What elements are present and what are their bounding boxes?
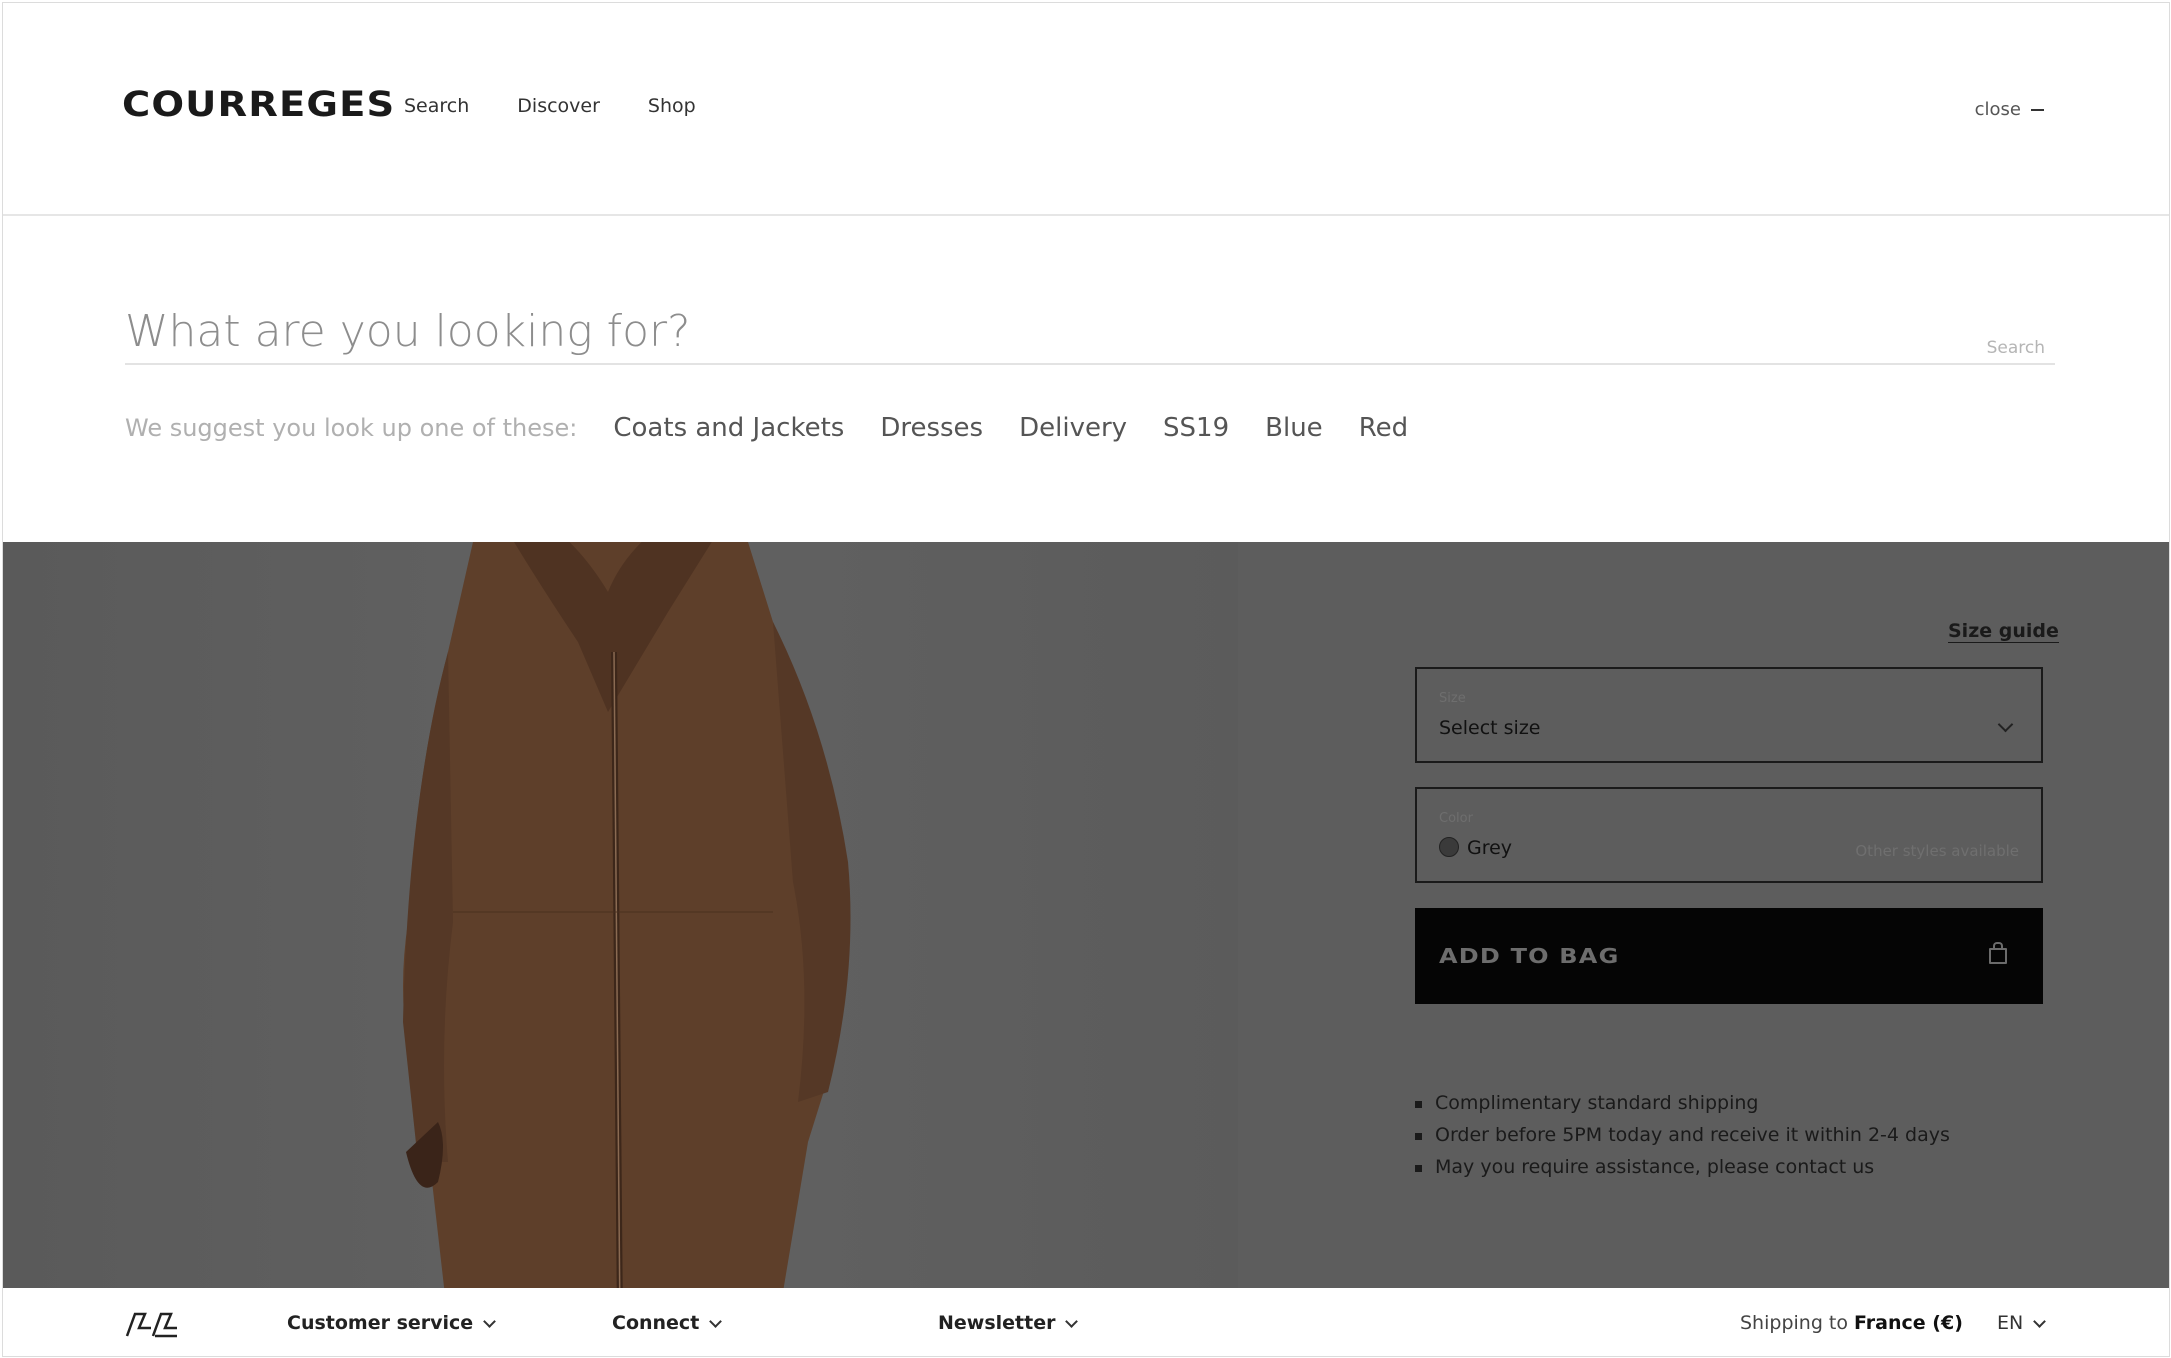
shopping-bag-icon — [1989, 942, 2007, 964]
suggestions-label: We suggest you look up one of these: — [125, 414, 578, 442]
connect-label: Connect — [612, 1312, 700, 1334]
suggestion-ss19[interactable]: SS19 — [1163, 413, 1229, 443]
search-submit-button[interactable]: Search — [1981, 337, 2051, 359]
site-header: COURREGES Search Discover Shop close — [3, 3, 2169, 216]
suggestion-blue[interactable]: Blue — [1265, 413, 1323, 443]
chevron-down-icon — [1997, 716, 2014, 733]
color-select[interactable]: Color Grey Other styles available — [1415, 787, 2043, 883]
customer-service-menu[interactable]: Customer service — [287, 1312, 497, 1334]
suggestion-dresses[interactable]: Dresses — [880, 413, 983, 443]
product-section: Size guide Size Select size Color Grey O… — [3, 542, 2169, 1288]
perk-shipping: Complimentary standard shipping — [1415, 1092, 1950, 1114]
size-caption: Size — [1439, 691, 1466, 706]
customer-service-label: Customer service — [287, 1312, 474, 1334]
close-label: close — [1974, 99, 2021, 120]
color-value-wrap: Grey — [1439, 837, 1512, 859]
size-select[interactable]: Size Select size — [1415, 667, 2043, 763]
color-caption: Color — [1439, 811, 1473, 826]
size-value: Select size — [1439, 717, 1541, 739]
chevron-down-icon — [483, 1314, 497, 1328]
brand-logo[interactable]: COURREGES — [122, 85, 395, 125]
add-to-bag-button[interactable]: ADD TO BAG — [1415, 908, 2043, 1004]
add-to-bag-label: ADD TO BAG — [1439, 944, 1620, 968]
shipping-selector[interactable]: Shipping to France (€) — [1740, 1312, 1963, 1334]
size-guide-link[interactable]: Size guide — [1948, 620, 2059, 643]
nav-search[interactable]: Search — [404, 95, 469, 117]
monogram-logo-icon[interactable] — [125, 1310, 179, 1338]
minus-icon — [2031, 108, 2044, 111]
site-footer: Customer service Connect Newsletter Ship… — [3, 1288, 2169, 1356]
product-perks: Complimentary standard shipping Order be… — [1415, 1092, 1950, 1188]
suggestion-coats-and-jackets[interactable]: Coats and Jackets — [613, 413, 844, 443]
nav-shop[interactable]: Shop — [648, 95, 696, 117]
chevron-down-icon — [2033, 1314, 2047, 1328]
suggestion-red[interactable]: Red — [1359, 413, 1408, 443]
color-value: Grey — [1467, 837, 1513, 859]
nav-discover[interactable]: Discover — [517, 95, 600, 117]
search-suggestions: We suggest you look up one of these: Coa… — [125, 413, 1444, 443]
perk-assistance[interactable]: May you require assistance, please conta… — [1415, 1156, 1950, 1178]
shipping-country: France (€) — [1854, 1312, 1963, 1334]
language-label: EN — [1997, 1312, 2024, 1334]
page-frame: COURREGES Search Discover Shop close Sea… — [2, 2, 2170, 1357]
other-styles-link[interactable]: Other styles available — [1855, 842, 2019, 860]
suggestion-delivery[interactable]: Delivery — [1019, 413, 1127, 443]
close-button[interactable]: close — [1975, 99, 2044, 120]
main-nav: Search Discover Shop — [404, 95, 696, 117]
chevron-down-icon — [709, 1314, 723, 1328]
product-photo — [3, 542, 1238, 1288]
color-swatch-icon — [1439, 837, 1459, 857]
chevron-down-icon — [1065, 1314, 1079, 1328]
newsletter-menu[interactable]: Newsletter — [938, 1312, 1079, 1334]
shipping-prefix: Shipping to — [1740, 1312, 1848, 1334]
connect-menu[interactable]: Connect — [612, 1312, 723, 1334]
search-input[interactable] — [125, 299, 2055, 365]
language-selector[interactable]: EN — [1997, 1312, 2047, 1334]
coat-image — [403, 542, 851, 1288]
newsletter-label: Newsletter — [938, 1312, 1056, 1334]
perk-delivery: Order before 5PM today and receive it wi… — [1415, 1124, 1950, 1146]
search-panel: Search We suggest you look up one of the… — [3, 216, 2169, 542]
